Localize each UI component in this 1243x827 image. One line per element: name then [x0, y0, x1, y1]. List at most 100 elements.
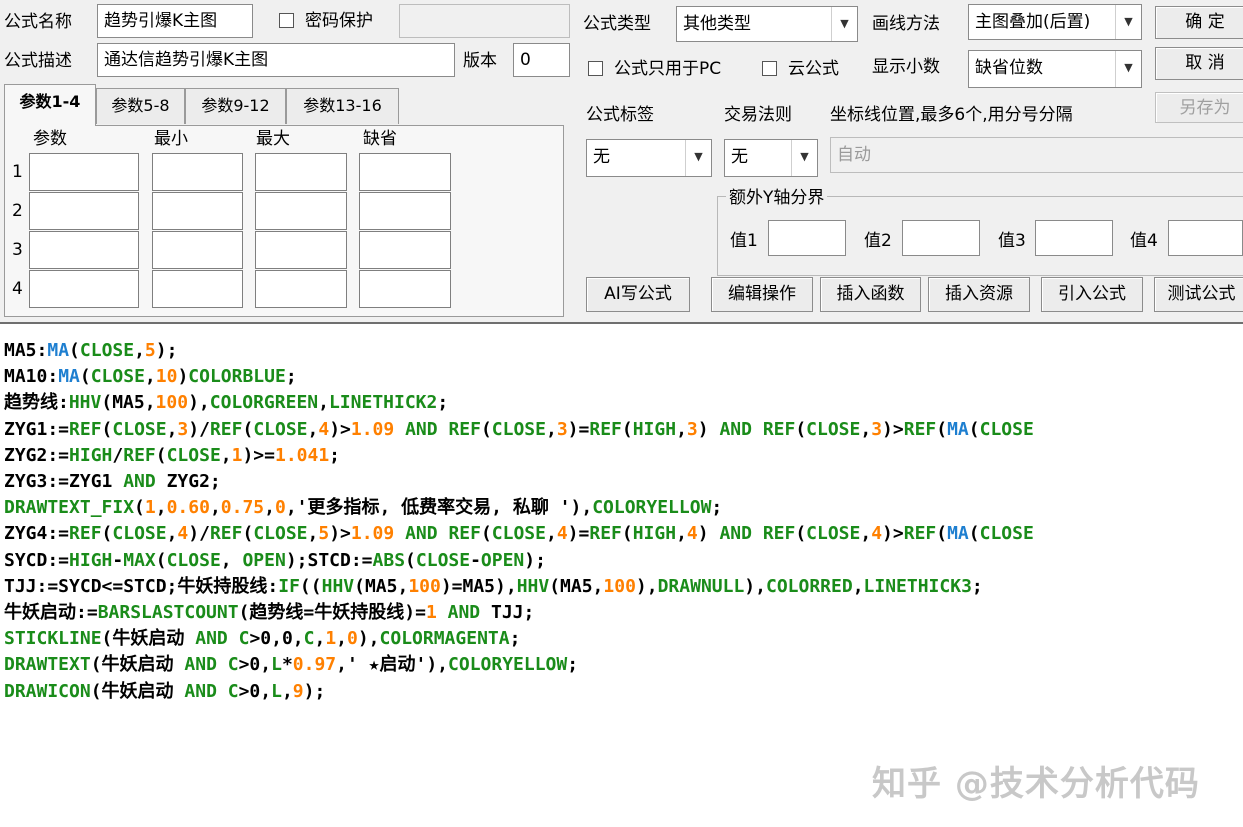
param-default-input[interactable] [359, 153, 451, 191]
code-editor[interactable]: MA5:MA(CLOSE,5); MA10:MA(CLOSE,10)COLORBL… [0, 322, 1243, 827]
cancel-button[interactable]: 取 消 [1155, 47, 1243, 80]
axis-position-input[interactable]: 自动 [830, 137, 1243, 173]
formula-name-input[interactable]: 趋势引爆K主图 [97, 4, 253, 38]
code-token: C [238, 628, 250, 650]
code-token: REF [209, 523, 243, 545]
param-min-input[interactable] [152, 192, 243, 230]
chevron-down-icon[interactable]: ▼ [831, 7, 857, 41]
password-checkbox[interactable] [279, 13, 294, 28]
param-row-number: 3 [12, 240, 23, 260]
code-token: 3 [686, 418, 698, 440]
code-token: DRAWNULL [657, 575, 745, 597]
code-token: ) [697, 418, 720, 440]
param-name-input[interactable] [29, 192, 139, 230]
extra-y-value-3[interactable] [1035, 220, 1113, 256]
formula-desc-input[interactable]: 通达信趋势引爆K主图 [97, 43, 455, 77]
code-token: 1 [325, 628, 337, 650]
tab-params-9-12[interactable]: 参数9-12 [185, 88, 286, 124]
code-token: OPEN [242, 549, 286, 571]
password-input [399, 4, 570, 38]
pc-only-checkbox[interactable] [588, 61, 603, 76]
param-max-input[interactable] [255, 192, 347, 230]
extra-y-value-4[interactable] [1168, 220, 1243, 256]
tab-params-13-16[interactable]: 参数13-16 [286, 88, 399, 124]
code-token: MA5: [4, 340, 48, 361]
param-name-input[interactable] [29, 153, 139, 191]
insert-function-button[interactable]: 插入函数 [820, 277, 921, 312]
ok-button[interactable]: 确 定 [1155, 6, 1243, 39]
param-name-input[interactable] [29, 270, 139, 308]
code-token: ZYG3:=ZYG1 [4, 471, 124, 493]
code-token: CLOSE [166, 549, 221, 571]
code-token: (牛妖启动 [101, 628, 196, 650]
param-default-input[interactable] [359, 270, 451, 308]
code-token: ( [155, 549, 167, 571]
formula-type-select[interactable]: 其他类型 ▼ [676, 6, 858, 42]
param-default-input[interactable] [359, 231, 451, 269]
code-token: REF [589, 523, 622, 545]
code-token: ( [101, 523, 113, 545]
code-token: 100 [408, 575, 441, 597]
code-token: ); [155, 340, 178, 361]
formula-code[interactable]: MA5:MA(CLOSE,5); MA10:MA(CLOSE,10)COLORBL… [4, 338, 1034, 705]
code-token: ; [285, 366, 297, 388]
code-token: 3 [871, 418, 883, 440]
code-token: ), [635, 575, 658, 597]
param-min-input[interactable] [152, 270, 243, 308]
code-token: , [264, 497, 275, 519]
test-formula-button[interactable]: 测试公式 [1154, 277, 1243, 312]
chevron-down-icon[interactable]: ▼ [1115, 51, 1141, 87]
chevron-down-icon[interactable]: ▼ [1115, 5, 1141, 39]
code-token: ; [711, 497, 723, 519]
code-token: , [545, 523, 557, 545]
code-token: COLORBLUE [188, 366, 286, 388]
code-token: ( [79, 366, 91, 388]
extra-y-value-2[interactable] [902, 220, 980, 256]
code-token: 100 [155, 392, 189, 414]
ai-formula-button[interactable]: AI写公式 [586, 277, 690, 312]
param-min-input[interactable] [152, 231, 243, 269]
code-line: ZYG3:=ZYG1 AND ZYG2; [4, 469, 1034, 495]
code-token: ZYG2; [155, 471, 221, 493]
version-input[interactable]: 0 [513, 43, 570, 77]
code-line: ZYG4:=REF(CLOSE,4)/REF(CLOSE,5)>1.09 AND… [4, 521, 1034, 547]
param-max-input[interactable] [255, 153, 347, 191]
tag-select[interactable]: 无 ▼ [586, 139, 712, 177]
param-default-input[interactable] [359, 192, 451, 230]
chevron-down-icon[interactable]: ▼ [685, 140, 711, 176]
draw-method-select[interactable]: 主图叠加(后置) ▼ [968, 4, 1142, 40]
param-max-input[interactable] [255, 231, 347, 269]
decimals-value: 缺省位数 [975, 58, 1043, 78]
code-token: COLORYELLOW [592, 497, 712, 519]
code-token: LINETHICK2 [328, 392, 438, 414]
code-token: - [112, 549, 124, 571]
code-token: 5 [318, 523, 330, 545]
code-token: 1.09 [350, 523, 395, 545]
extra-y-value-1[interactable] [768, 220, 846, 256]
code-token: (牛妖启动 [90, 654, 185, 676]
chevron-down-icon[interactable]: ▼ [791, 140, 817, 176]
cloud-label: 云公式 [788, 59, 839, 79]
code-token: CLOSE [112, 523, 167, 545]
save-as-button[interactable]: 另存为 [1155, 92, 1243, 123]
decimals-select[interactable]: 缺省位数 ▼ [968, 50, 1142, 88]
trade-rule-select[interactable]: 无 ▼ [724, 139, 818, 177]
tab-params-5-8[interactable]: 参数5-8 [96, 88, 185, 124]
code-token: >0, [238, 680, 272, 702]
code-token: CLOSE [112, 418, 167, 440]
param-max-input[interactable] [255, 270, 347, 308]
cloud-checkbox[interactable] [762, 61, 777, 76]
code-token: ( [936, 418, 948, 440]
edit-operation-button[interactable]: 编辑操作 [711, 277, 813, 312]
import-formula-button[interactable]: 引入公式 [1041, 277, 1143, 312]
code-token: DRAWTEXT_FIX [4, 497, 135, 519]
code-token: ( [242, 418, 254, 440]
param-name-input[interactable] [29, 231, 139, 269]
code-token: , [314, 628, 326, 650]
code-token: )> [329, 418, 351, 440]
insert-resource-button[interactable]: 插入资源 [928, 277, 1030, 312]
code-token: 0 [347, 628, 358, 650]
param-min-input[interactable] [152, 153, 243, 191]
tab-params-1-4[interactable]: 参数1-4 [4, 84, 96, 126]
